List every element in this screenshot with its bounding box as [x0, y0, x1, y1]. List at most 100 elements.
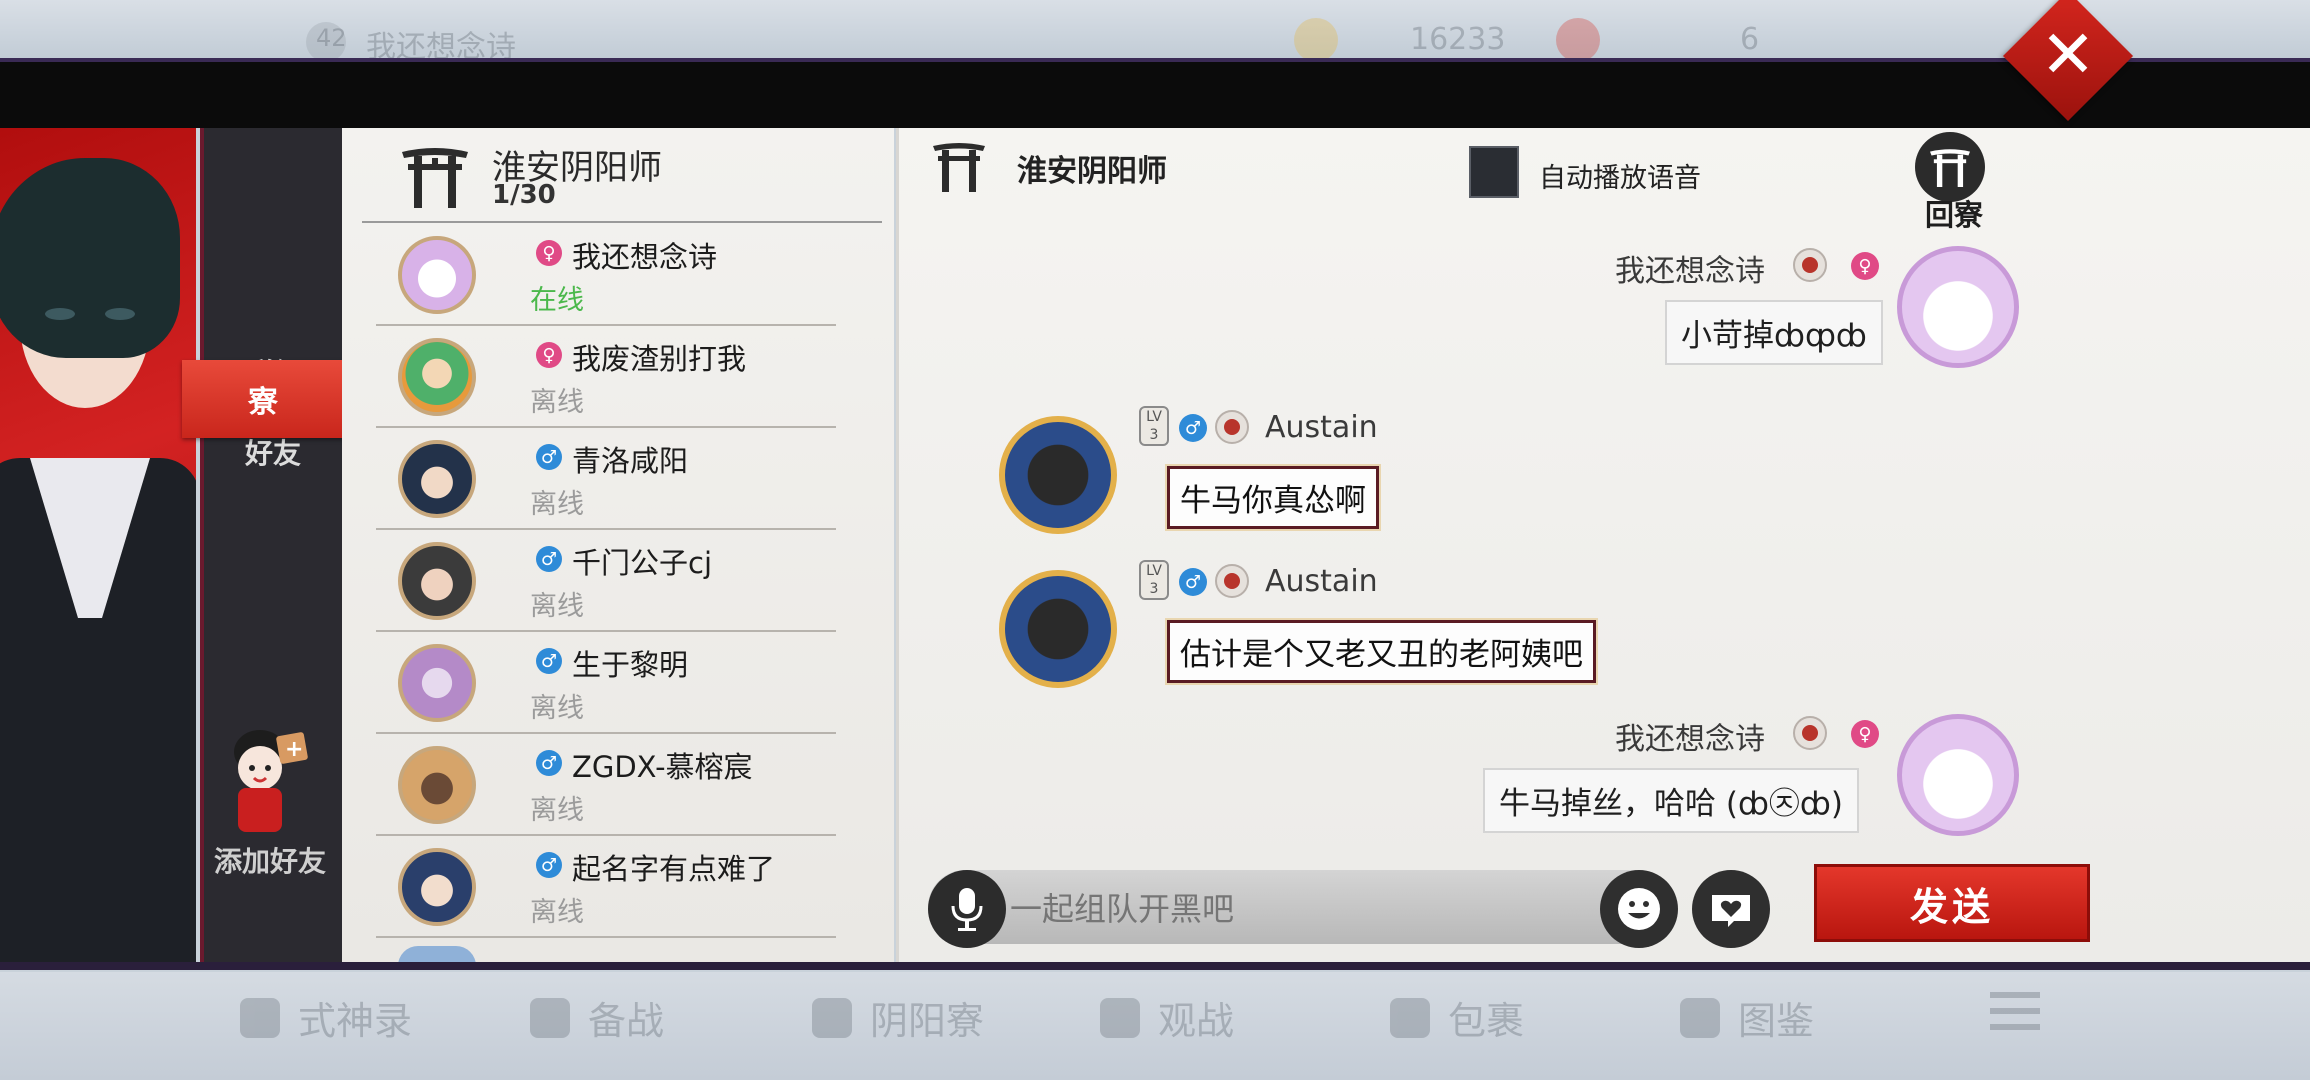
friend-row[interactable]: ♀ 我还想念诗 在线 [342, 224, 894, 326]
avatar [398, 236, 476, 314]
ryo-badge-icon [1793, 248, 1827, 282]
friend-status: 在线 [530, 285, 584, 316]
message-sender: Austain [1265, 564, 1378, 599]
message-bubble: 小苛掉ȸȹȸ [1665, 300, 1883, 365]
friend-row[interactable]: ♂ 起名字有点难了 离线 [342, 836, 894, 938]
eye-icon [1100, 997, 1140, 1038]
character-portrait [0, 128, 196, 962]
friend-status: 离线 [530, 897, 584, 928]
shikigami-icon [240, 997, 280, 1038]
female-icon: ♀ [536, 342, 562, 368]
torii-icon [812, 997, 852, 1038]
add-friend-button[interactable]: + 添加好友 [200, 710, 338, 890]
friend-status: 离线 [530, 387, 584, 418]
chat-title: 淮安阴阳师 [1017, 154, 1167, 189]
back-to-ryo-label: 回寮 [1925, 198, 1984, 232]
female-icon: ♀ [1851, 720, 1879, 748]
hud-coins: 16233 [1410, 22, 1506, 57]
message-sender: Austain [1265, 410, 1378, 445]
friend-name: 千门公子cj [572, 546, 713, 580]
torii-icon [1930, 149, 1970, 187]
member-count: 1/30 [492, 180, 556, 210]
ryo-badge-icon [1215, 564, 1249, 598]
coin-icon [1294, 18, 1338, 62]
dialog-top-band [0, 62, 2310, 128]
female-icon: ♀ [536, 240, 562, 266]
bottom-nav-prepare: 备战 [530, 990, 664, 1045]
friend-row[interactable]: ♂ ZGDX-慕榕宸 离线 [342, 734, 894, 836]
bottom-nav-catalog: 图鉴 [1680, 990, 1814, 1045]
avatar [398, 746, 476, 824]
menu-icon [1990, 992, 2040, 1032]
friend-row[interactable]: ♂ 千门公子cj 离线 [342, 530, 894, 632]
microphone-icon [951, 888, 983, 931]
avatar[interactable] [1897, 714, 2019, 836]
auto-voice-checkbox[interactable] [1469, 146, 1519, 198]
add-friend-label: 添加好友 [213, 845, 326, 878]
send-button[interactable]: 发送 [1814, 864, 2090, 942]
avatar[interactable] [999, 570, 1117, 688]
bottom-nav-shikigami: 式神录 [240, 990, 412, 1045]
friend-status: 离线 [530, 591, 584, 622]
book-icon [1680, 997, 1720, 1038]
male-icon: ♂ [536, 444, 562, 470]
avatar [398, 338, 476, 416]
bag-icon [1390, 997, 1430, 1038]
friend-name: 我还想念诗 [572, 240, 718, 274]
character-eye-right [105, 308, 135, 320]
jade-icon [1556, 18, 1600, 62]
message-bubble: 估计是个又老又丑的老阿姨吧 [1165, 618, 1598, 685]
friend-list-panel: 淮安阴阳师 1/30 ♀ 我还想念诗 在线 ♀ 我废渣别打我 离线 ♂ 青洛咸阳… [342, 128, 894, 962]
friend-row[interactable]: ♂ 青洛咸阳 离线 [342, 428, 894, 530]
male-icon: ♂ [536, 852, 562, 878]
background-top-hud: 42 我还想念诗 16233 6 [0, 0, 2310, 65]
level-badge: LV 3 [1139, 560, 1169, 600]
avatar[interactable] [1897, 246, 2019, 368]
male-icon: ♂ [536, 750, 562, 776]
avatar[interactable] [999, 416, 1117, 534]
friend-status: 离线 [530, 795, 584, 826]
friend-status: 离线 [530, 693, 584, 724]
male-icon: ♂ [1179, 568, 1207, 596]
gift-button[interactable] [1692, 870, 1770, 948]
male-icon: ♂ [1179, 414, 1207, 442]
chat-input[interactable] [1008, 880, 1592, 938]
avatar [398, 644, 476, 722]
close-icon[interactable]: ✕ [2032, 16, 2104, 93]
bottom-nav-bag: 包裹 [1390, 990, 1524, 1045]
friend-name: 青洛咸阳 [572, 444, 689, 478]
dialog-bottom-band [0, 962, 2310, 970]
list-header: 淮安阴阳师 1/30 [342, 128, 894, 223]
ryo-badge-icon [1793, 716, 1827, 750]
gift-icon [1712, 895, 1750, 927]
tab-ryo[interactable]: 寮 [182, 360, 344, 438]
avatar [398, 946, 476, 962]
auto-voice-label: 自动播放语音 [1539, 163, 1701, 194]
add-friend-mascot-icon: + [234, 730, 308, 832]
hud-jade: 6 [1740, 22, 1760, 57]
ryo-badge-icon [1215, 410, 1249, 444]
emoji-button[interactable] [1600, 870, 1678, 948]
message-bubble: 牛马掉丝，哈哈 (ȸ㉨ȸ) [1483, 768, 1859, 833]
divider [376, 936, 836, 938]
friend-name: 生于黎明 [572, 648, 689, 682]
avatar [398, 542, 476, 620]
friend-name: ZGDX-慕榕宸 [572, 750, 753, 784]
hud-level: 42 [316, 24, 347, 52]
message-sender: 我还想念诗 [1615, 254, 1765, 289]
swords-icon [530, 997, 570, 1038]
friend-row[interactable]: ♀ 我废渣别打我 离线 [342, 326, 894, 428]
male-icon: ♂ [536, 648, 562, 674]
friend-name: 我废渣别打我 [572, 342, 747, 376]
torii-icon [402, 148, 468, 208]
bottom-nav-ryo: 阴阳寮 [812, 990, 984, 1045]
friend-row[interactable]: ♂ 生于黎明 离线 [342, 632, 894, 734]
character-hair [0, 158, 180, 358]
avatar [398, 848, 476, 926]
avatar [398, 440, 476, 518]
male-icon: ♂ [536, 546, 562, 572]
level-badge: LV 3 [1139, 406, 1169, 446]
chat-panel: 淮安阴阳师 自动播放语音 回寮 我还想念诗 ♀ 小苛掉ȸȹȸ LV 3 ♂ Aus… [896, 128, 2310, 962]
female-icon: ♀ [1851, 252, 1879, 280]
voice-button[interactable] [928, 870, 1006, 948]
